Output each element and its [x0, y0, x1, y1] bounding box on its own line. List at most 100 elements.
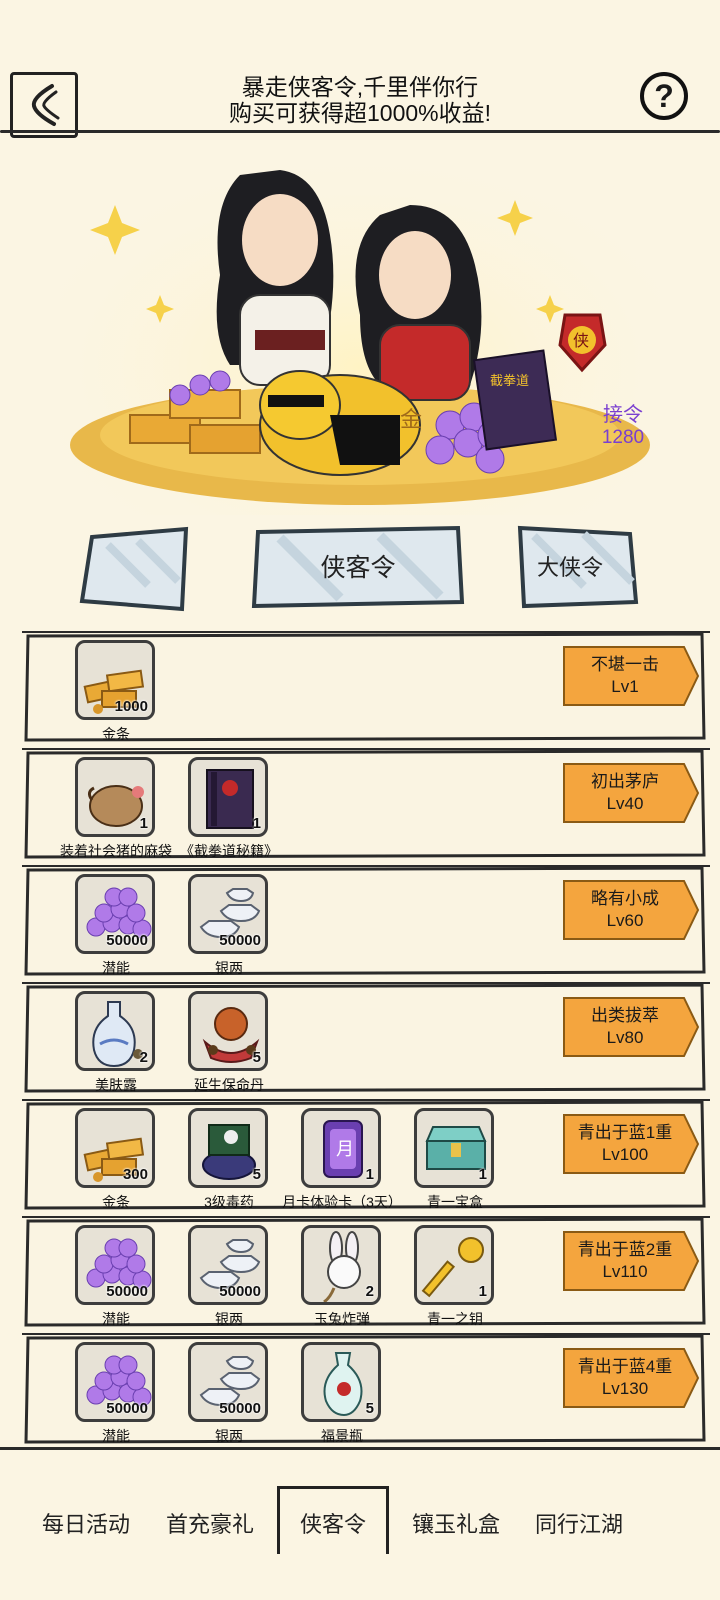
hero-illustration: 金 截拳道 侠: [60, 145, 660, 515]
item-name: 银两: [215, 960, 243, 976]
item-slot: 50000: [188, 1342, 268, 1422]
item-name: 青一之钥: [427, 1311, 483, 1327]
level-tag[interactable]: 青出于蓝1重 Lv100: [560, 1111, 700, 1177]
level-tag[interactable]: 出类拔萃 Lv80: [560, 994, 700, 1060]
item-name: 青一宝盒: [427, 1194, 483, 1210]
item-slot: 50000: [188, 874, 268, 954]
reward-list[interactable]: 1000 金条 不堪一击 Lv1 1 装着社会猪的麻袋 1 《截拳道秘籍》 初出茅庐 Lv40 50…: [0, 630, 720, 1450]
reward-row: 1 装着社会猪的麻袋 1 《截拳道秘籍》 初出茅庐 Lv40: [20, 747, 710, 859]
item-slot: 50000: [75, 1225, 155, 1305]
item-slot: 1: [188, 757, 268, 837]
level-tag-level: Lv130: [601, 1379, 649, 1398]
reward-item[interactable]: 50000 银两: [188, 874, 270, 976]
nav-daily-events[interactable]: 每日活动: [26, 1507, 146, 1539]
item-slot: 1: [414, 1108, 494, 1188]
svg-text:侠: 侠: [573, 332, 589, 350]
item-count: 50000: [219, 932, 261, 949]
tab-daxialing[interactable]: 大侠令: [514, 522, 640, 610]
reward-item[interactable]: 2 玉兔炸弹: [301, 1225, 383, 1327]
item-count: 1: [365, 1166, 374, 1183]
help-button[interactable]: ?: [640, 72, 688, 120]
reward-item[interactable]: 1 装着社会猪的麻袋: [60, 757, 172, 859]
reward-item[interactable]: 5 福景瓶: [301, 1342, 383, 1444]
reward-item[interactable]: 1 青一之钥: [414, 1225, 496, 1327]
item-count: 1: [478, 1166, 487, 1183]
level-tag[interactable]: 初出茅庐 Lv40: [560, 760, 700, 826]
ticket-counter: 接令 1280: [578, 398, 668, 449]
level-tag-level: Lv60: [606, 911, 644, 930]
hero-banner: 金 截拳道 侠: [60, 145, 660, 515]
reward-item[interactable]: 5 延生保命丹: [188, 991, 270, 1093]
reward-item[interactable]: 50000 潜能: [75, 1342, 157, 1444]
level-tag-name: 青出于蓝1重: [577, 1123, 673, 1142]
nav-jianghu[interactable]: 同行江湖: [519, 1507, 639, 1539]
item-count: 5: [365, 1400, 374, 1417]
item-name: 金条: [102, 726, 130, 742]
header-divider: [0, 130, 720, 133]
book-of-jeet-kune-do: 截拳道: [472, 349, 558, 451]
item-count: 2: [365, 1283, 374, 1300]
nav-first-recharge[interactable]: 首充豪礼: [150, 1507, 270, 1539]
item-count: 1: [139, 815, 148, 832]
reward-item[interactable]: 1000 金条: [75, 640, 157, 742]
item-count: 300: [122, 1166, 148, 1183]
reward-item[interactable]: 50000 银两: [188, 1342, 270, 1444]
item-count: 50000: [106, 932, 148, 949]
level-tag-name: 初出茅庐: [591, 772, 659, 791]
item-slot: 1: [75, 757, 155, 837]
item-slot: 2: [301, 1225, 381, 1305]
svg-text:月: 月: [336, 1139, 354, 1159]
reward-item[interactable]: 1 青一宝盒: [414, 1108, 496, 1210]
ticket-label: 接令: [603, 404, 643, 426]
tab-xiakeling[interactable]: 侠客令: [250, 522, 466, 610]
reward-row: 2 美肤露 5 延生保命丹 出类拔萃 Lv80: [20, 981, 710, 1093]
reward-item[interactable]: 300 金条: [75, 1108, 157, 1210]
level-tag-name: 青出于蓝4重: [577, 1357, 673, 1376]
item-slot: 300: [75, 1108, 155, 1188]
reward-item[interactable]: 50000 潜能: [75, 1225, 157, 1327]
item-slot: 1000: [75, 640, 155, 720]
level-tag-name: 不堪一击: [591, 655, 659, 674]
level-tag[interactable]: 略有小成 Lv60: [560, 877, 700, 943]
svg-text:金: 金: [400, 407, 422, 432]
item-slot: 50000: [188, 1225, 268, 1305]
reward-item[interactable]: 5 3级毒药: [188, 1108, 270, 1210]
item-slot: 5: [188, 1108, 268, 1188]
page-title: 暴走侠客令,千里伴你行 购买可获得超1000%收益!: [150, 74, 570, 126]
tab-blank[interactable]: [78, 525, 194, 613]
item-slot: 2: [75, 991, 155, 1071]
reward-item[interactable]: 1 《截拳道秘籍》: [180, 757, 278, 859]
ticket-count: 1280: [601, 427, 645, 448]
hero-male: [216, 170, 334, 386]
item-count: 5: [252, 1049, 261, 1066]
reward-item[interactable]: 50000 潜能: [75, 874, 157, 976]
back-button[interactable]: [10, 72, 78, 138]
item-slot: 50000: [75, 874, 155, 954]
level-tag-name: 青出于蓝2重: [577, 1240, 673, 1259]
item-count: 5: [252, 1166, 261, 1183]
item-slot: 50000: [75, 1342, 155, 1422]
reward-row: 50000 潜能 50000 银两 略有小成 Lv60: [20, 864, 710, 976]
item-count: 50000: [106, 1400, 148, 1417]
tab-label-xiakeling: 侠客令: [320, 554, 396, 582]
title-line-2: 购买可获得超1000%收益!: [228, 100, 491, 126]
level-tag[interactable]: 青出于蓝2重 Lv110: [560, 1228, 700, 1294]
item-name: 延生保命丹: [194, 1077, 264, 1093]
tab-label-daxialing: 大侠令: [536, 555, 603, 580]
item-slot: 5: [188, 991, 268, 1071]
item-count: 50000: [106, 1283, 148, 1300]
item-count: 2: [139, 1049, 148, 1066]
reward-item[interactable]: 50000 银两: [188, 1225, 270, 1327]
reward-item[interactable]: 2 美肤露: [75, 991, 157, 1093]
level-tag[interactable]: 不堪一击 Lv1: [560, 643, 700, 709]
level-tag-level: Lv80: [606, 1028, 644, 1047]
nav-xiakeling[interactable]: 侠客令: [273, 1507, 393, 1539]
level-tag-name: 出类拔萃: [591, 1006, 659, 1025]
item-name: 福景瓶: [321, 1428, 363, 1444]
nav-jade-giftbox[interactable]: 镶玉礼盒: [396, 1507, 516, 1539]
level-tag-level: Lv110: [602, 1262, 648, 1281]
back-arrow-icon: [31, 84, 60, 126]
item-count: 1: [252, 815, 261, 832]
level-tag[interactable]: 青出于蓝4重 Lv130: [560, 1345, 700, 1411]
reward-item[interactable]: 月 1 月卡体验卡（3天）: [282, 1108, 402, 1210]
